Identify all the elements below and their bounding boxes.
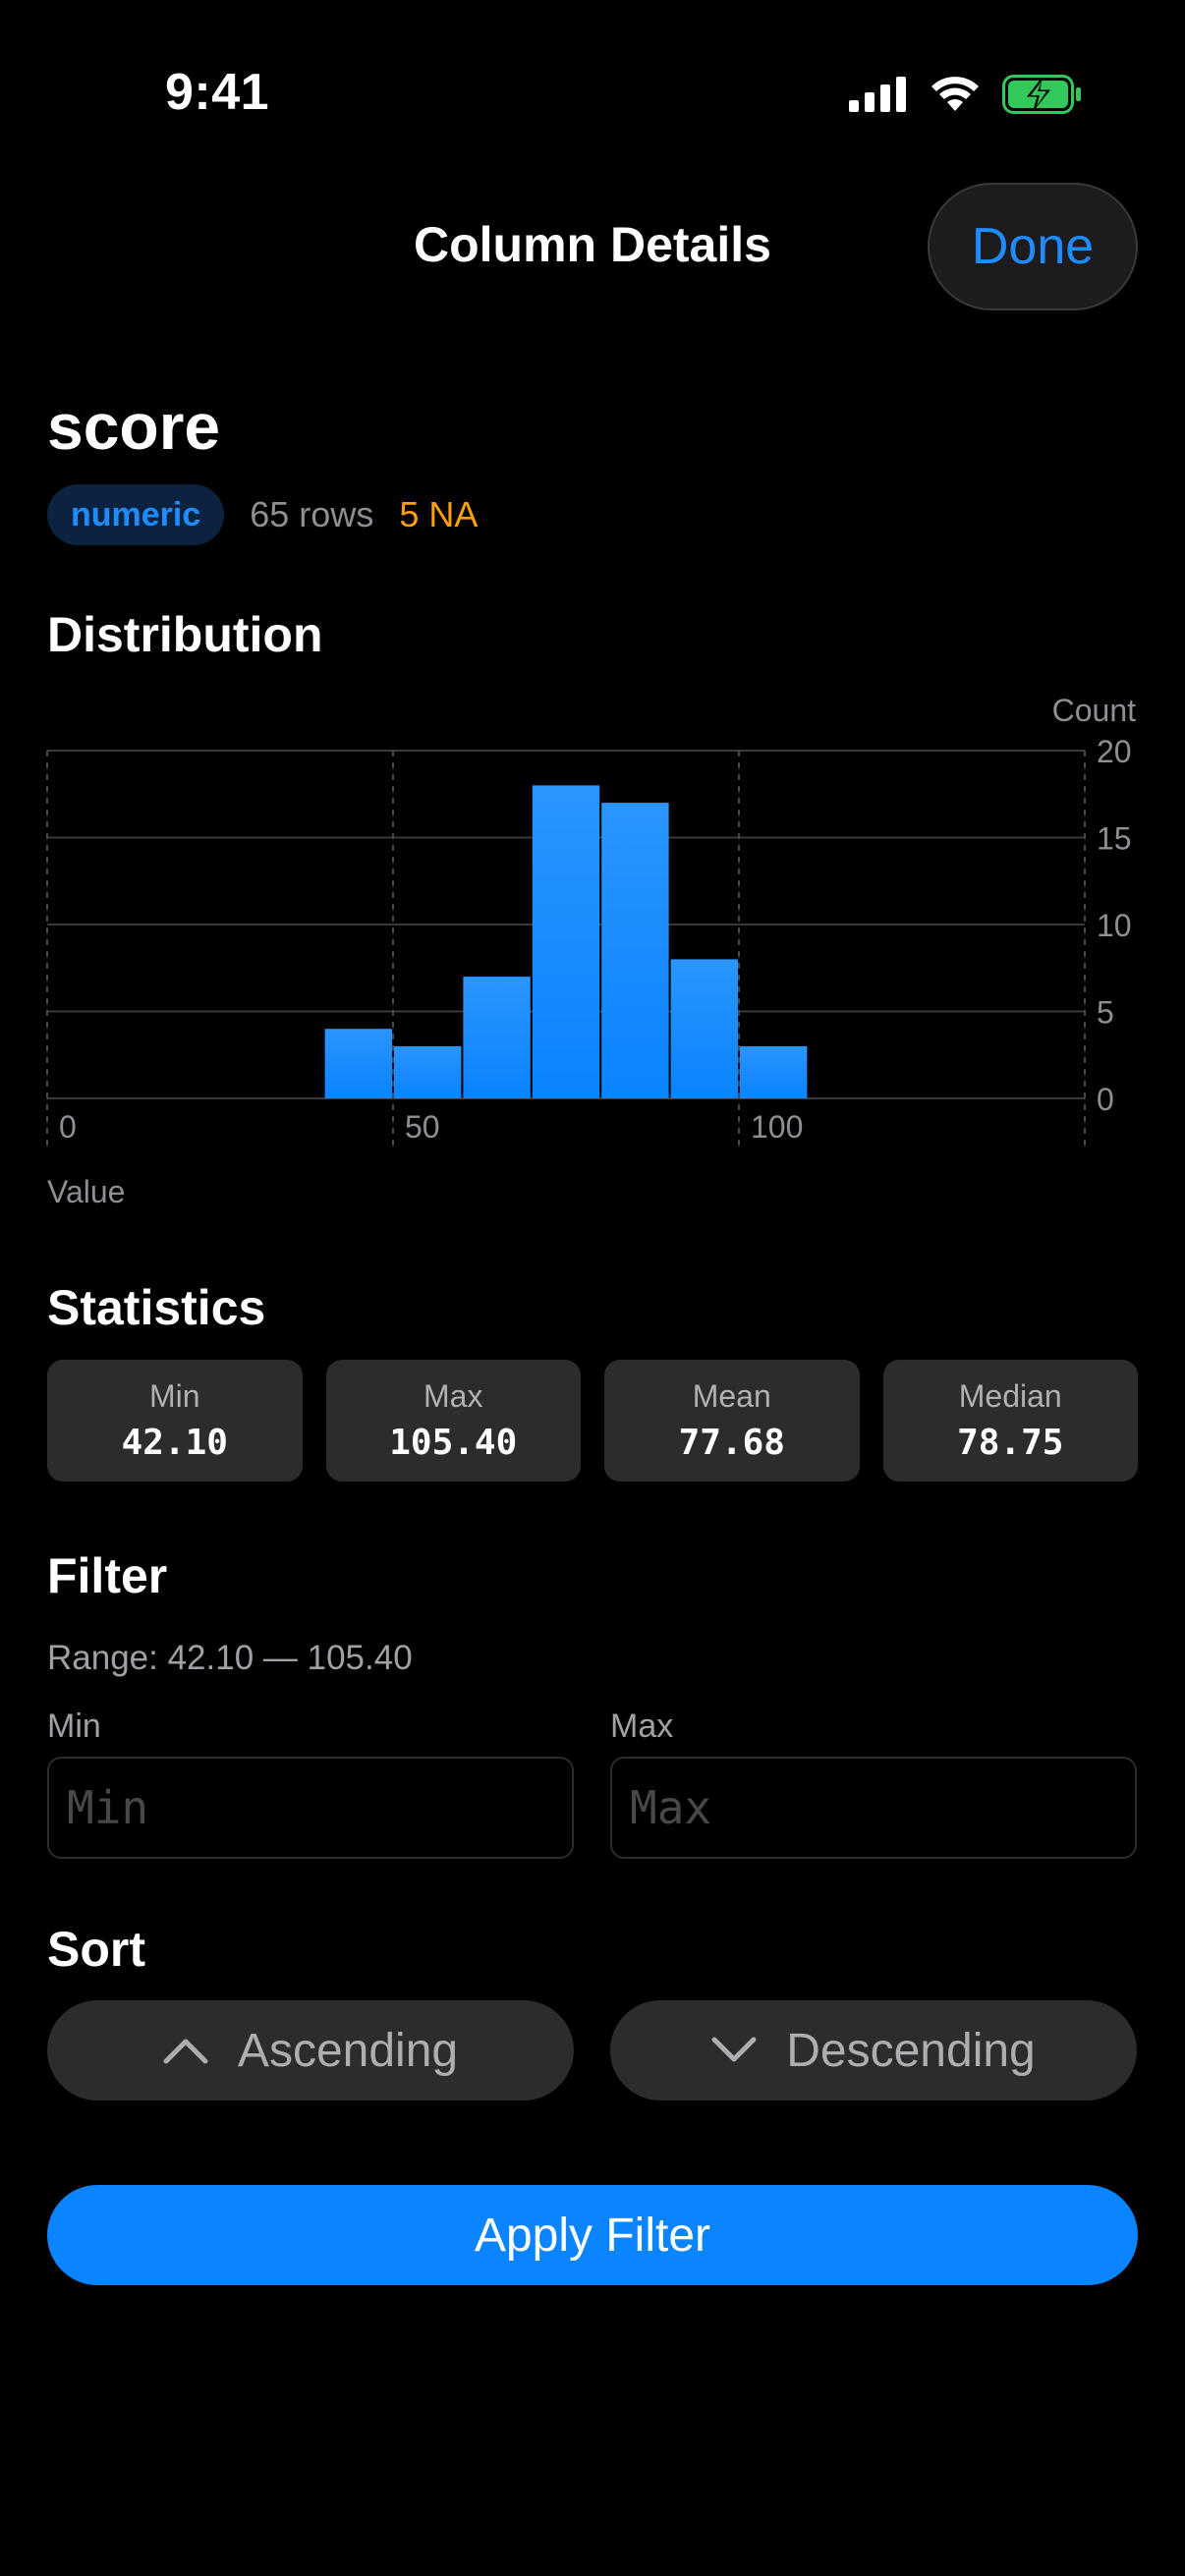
stat-value: 78.75 <box>957 1423 1064 1463</box>
stat-card-median: Median 78.75 <box>882 1360 1138 1482</box>
stat-label: Median <box>958 1378 1062 1414</box>
na-count: 5 NA <box>399 494 479 534</box>
y-tick-label: 0 <box>1097 1082 1114 1117</box>
battery-charging-icon <box>1002 75 1081 114</box>
wifi-icon <box>931 77 979 111</box>
done-button[interactable]: Done <box>928 183 1138 310</box>
stat-label: Max <box>423 1378 483 1414</box>
x-tick-label: 100 <box>751 1109 803 1145</box>
filter-heading: Filter <box>47 1548 168 1603</box>
distribution-heading: Distribution <box>47 607 323 662</box>
histogram-bar <box>601 803 669 1098</box>
histogram-bar <box>670 959 738 1098</box>
column-details-screen: 9:41 Column Details Done score numeric 6… <box>0 0 1185 2576</box>
type-badge: numeric <box>47 484 225 545</box>
stat-value: 77.68 <box>678 1423 785 1463</box>
status-time: 9:41 <box>165 64 270 121</box>
histogram-bar <box>463 977 531 1098</box>
x-tick-label: 0 <box>59 1109 77 1145</box>
stat-label: Mean <box>692 1378 771 1414</box>
distribution-histogram: 0 5 10 15 20 0 50 100 Count Value <box>46 693 1137 1209</box>
stat-card-max: Max 105.40 <box>325 1360 581 1482</box>
row-count: 65 rows <box>250 494 374 534</box>
histogram-bar <box>532 785 600 1098</box>
histogram-bar <box>394 1045 462 1098</box>
max-field-label: Max <box>610 1708 674 1745</box>
histogram-bar <box>324 1029 392 1098</box>
stat-card-mean: Mean 77.68 <box>604 1360 860 1482</box>
sort-descending-button[interactable]: Descending <box>610 2000 1137 2100</box>
apply-filter-button[interactable]: Apply Filter <box>47 2185 1138 2285</box>
y-tick-label: 20 <box>1097 734 1132 769</box>
max-input[interactable] <box>610 1757 1137 1859</box>
status-icons <box>849 75 1083 114</box>
statistics-row: Min 42.10 Max 105.40 Mean 77.68 Median 7… <box>47 1360 1138 1482</box>
cellular-signal-icon <box>849 77 906 112</box>
chevron-up-icon <box>163 2039 208 2064</box>
sort-heading: Sort <box>47 1922 145 1977</box>
stat-value: 105.40 <box>389 1423 518 1463</box>
min-field-label: Min <box>47 1708 101 1745</box>
min-input[interactable] <box>47 1757 574 1859</box>
sort-ascending-button[interactable]: Ascending <box>47 2000 574 2100</box>
histogram-bar <box>740 1045 808 1098</box>
statistics-heading: Statistics <box>47 1280 266 1335</box>
stat-value: 42.10 <box>121 1423 228 1463</box>
stat-label: Min <box>148 1378 200 1414</box>
x-axis-label: Value <box>47 1174 125 1209</box>
x-tick-label: 50 <box>405 1109 440 1145</box>
filter-range-text: Range: 42.10 — 105.40 <box>47 1639 413 1677</box>
sort-ascending-label: Ascending <box>237 2024 459 2077</box>
y-tick-label: 15 <box>1097 821 1132 857</box>
column-meta: numeric 65 rows 5 NA <box>47 484 478 545</box>
chevron-down-icon <box>711 2037 757 2062</box>
y-axis-label: Count <box>1052 693 1137 728</box>
sort-descending-label: Descending <box>786 2024 1036 2077</box>
column-name: score <box>47 390 221 463</box>
stat-card-min: Min 42.10 <box>47 1360 303 1482</box>
y-tick-label: 5 <box>1097 995 1114 1031</box>
y-tick-label: 10 <box>1097 908 1132 943</box>
